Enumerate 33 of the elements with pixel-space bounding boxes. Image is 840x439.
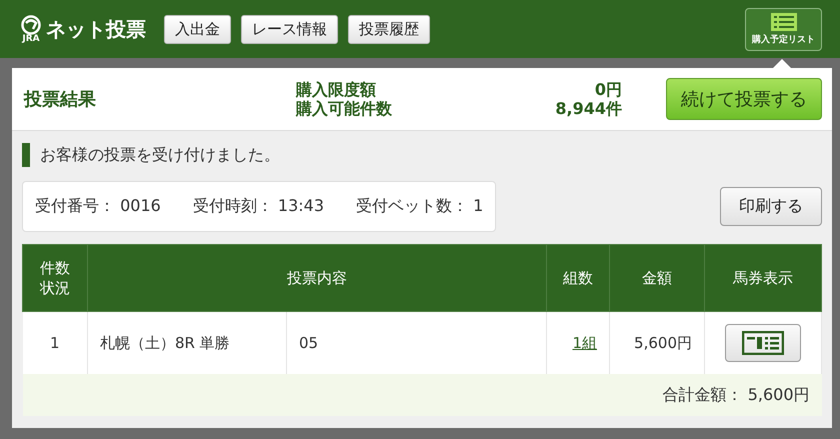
combos-link[interactable]: 1組 [572, 334, 597, 352]
limit-value: 8,944件 [554, 99, 622, 118]
list-icon [770, 12, 796, 30]
limit-value: 0円 [594, 80, 622, 99]
horseshoe-logo-icon [20, 14, 42, 34]
ticket-icon [742, 331, 784, 355]
nav-button[interactable]: レース情報 [241, 14, 338, 44]
column-header: 金額 [610, 244, 704, 312]
column-header: 組数 [546, 244, 610, 312]
limit-label: 購入限度額 [296, 80, 377, 99]
confirmation-message: お客様の投票を受け付けました。 [22, 143, 822, 167]
table-cell: 1 [22, 312, 88, 374]
print-button[interactable]: 印刷する [720, 187, 822, 226]
result-title: 投票結果 [24, 88, 97, 111]
receipt-field: 受付時刻： 13:43 [192, 196, 324, 217]
logo-title: ネット投票 [46, 16, 146, 42]
column-header: 馬券表示 [704, 244, 822, 312]
column-header: 投票内容 [88, 244, 546, 312]
purchase-list-button[interactable]: 購入予定リスト [745, 8, 822, 50]
nav-button[interactable]: 投票履歴 [348, 14, 430, 44]
total-value: 5,600円 [748, 384, 810, 404]
continue-voting-button[interactable]: 続けて投票する [666, 78, 822, 120]
nav-button[interactable]: 入出金 [164, 14, 231, 44]
limit-label: 購入可能件数 [296, 99, 392, 118]
receipt-field: 受付番号： 0016 [35, 196, 161, 217]
logo-text: JRA [22, 34, 40, 44]
receipt-field: 受付ベット数： 1 [356, 196, 484, 217]
ticket-view-button[interactable] [725, 324, 801, 362]
table-cell: 05 [286, 312, 546, 374]
column-header: 件数状況 [22, 244, 88, 312]
total-label: 合計金額： [662, 384, 743, 404]
table-cell: 5,600円 [610, 312, 704, 374]
table-cell: 札幌（土）8R 単勝 [88, 312, 286, 374]
